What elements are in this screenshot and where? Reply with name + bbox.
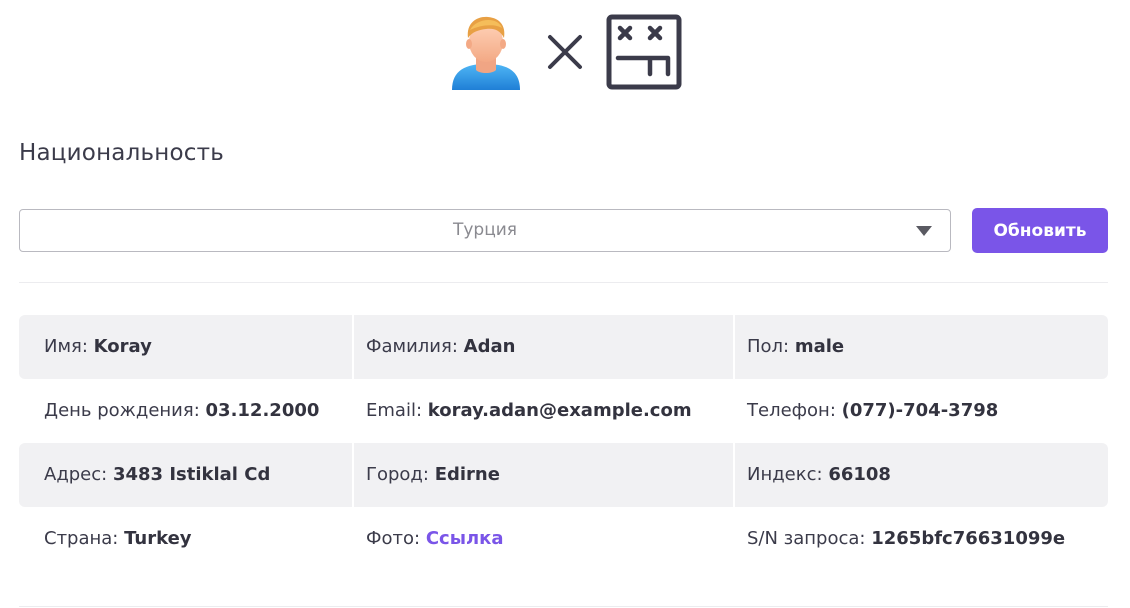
postcode-value: 66108 (828, 464, 891, 485)
email-field: Email: koray.adan@example.com (366, 379, 692, 443)
country-label: Страна: (44, 528, 119, 549)
random-user-page: Национальность Турция Обновить Имя: Kora… (0, 0, 1130, 608)
gender-field: Пол: male (747, 315, 844, 379)
address-label: Адрес: (44, 464, 108, 485)
address-value: 3483 Istiklal Cd (112, 464, 271, 485)
nationality-select-value: Турция (452, 220, 518, 240)
email-value: koray.adan@example.com (427, 400, 692, 421)
nationality-flag-icon (606, 14, 682, 90)
gender-label: Пол: (747, 336, 790, 357)
address-field: Адрес: 3483 Istiklal Cd (44, 443, 270, 507)
info-row: Имя: Koray Фамилия: Adan Пол: male (19, 315, 1108, 379)
column-separator (733, 315, 735, 379)
photo-label: Фото: (366, 528, 421, 549)
last-name-field: Фамилия: Adan (366, 315, 515, 379)
postcode-field: Индекс: 66108 (747, 443, 891, 507)
last-name-value: Adan (463, 336, 516, 357)
last-name-label: Фамилия: (366, 336, 458, 357)
postcode-label: Индекс: (747, 464, 823, 485)
column-separator (352, 315, 354, 379)
city-field: Город: Edirne (366, 443, 500, 507)
info-row: Адрес: 3483 Istiklal Cd Город: Edirne Ин… (19, 443, 1108, 507)
gender-value: male (794, 336, 845, 357)
city-value: Edirne (434, 464, 500, 485)
info-row: День рождения: 03.12.2000 Email: koray.a… (19, 379, 1108, 443)
column-separator (733, 443, 735, 507)
phone-field: Телефон: (077)-704-3798 (747, 379, 998, 443)
divider (19, 282, 1108, 283)
first-name-label: Имя: (44, 336, 88, 357)
user-info-table: Имя: Koray Фамилия: Adan Пол: male День … (19, 315, 1108, 571)
caret-down-icon[interactable] (916, 226, 932, 236)
nationality-select[interactable]: Турция (19, 209, 951, 252)
birthday-label: День рождения: (44, 400, 200, 421)
phone-value: (077)-704-3798 (841, 400, 999, 421)
info-row: Страна: Turkey Фото: Ссылка S/N запроса:… (19, 507, 1108, 571)
photo-link[interactable]: Ссылка (426, 528, 504, 549)
photo-field: Фото: Ссылка (366, 507, 504, 571)
country-field: Страна: Turkey (44, 507, 192, 571)
city-label: Город: (366, 464, 429, 485)
first-name-value: Koray (93, 336, 152, 357)
hero-icons (0, 10, 1130, 94)
country-value: Turkey (124, 528, 192, 549)
times-icon (546, 33, 584, 71)
nationality-title: Национальность (19, 140, 224, 166)
request-sn-label: S/N запроса: (747, 528, 866, 549)
birthday-value: 03.12.2000 (205, 400, 320, 421)
user-avatar-icon (448, 12, 524, 92)
request-sn-value: 1265bfc76631099e (871, 528, 1066, 549)
birthday-field: День рождения: 03.12.2000 (44, 379, 319, 443)
first-name-field: Имя: Koray (44, 315, 152, 379)
update-button[interactable]: Обновить (972, 208, 1108, 253)
phone-label: Телефон: (747, 400, 836, 421)
email-label: Email: (366, 400, 423, 421)
request-sn-field: S/N запроса: 1265bfc76631099e (747, 507, 1065, 571)
column-separator (352, 443, 354, 507)
divider (19, 606, 1108, 607)
